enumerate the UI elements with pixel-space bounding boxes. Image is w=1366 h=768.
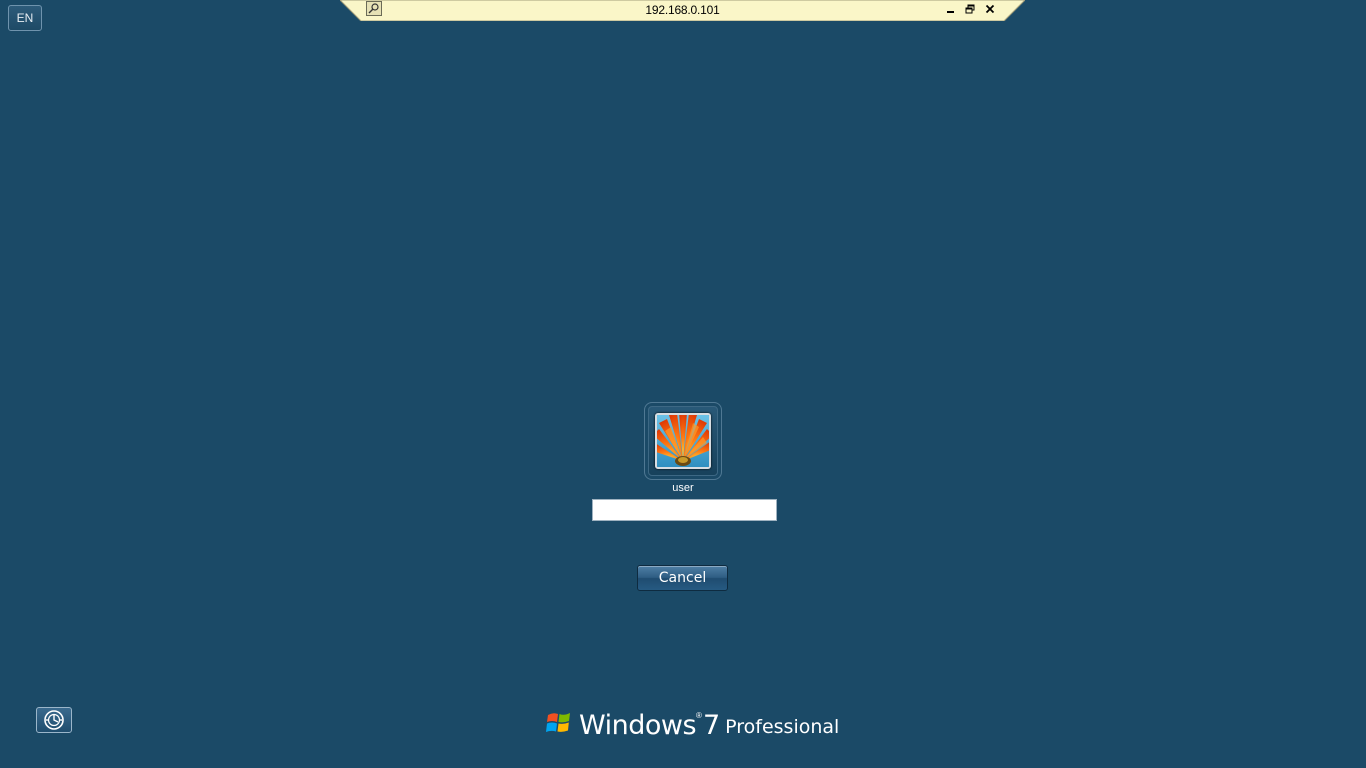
minimize-icon[interactable]: [943, 1, 959, 17]
cancel-button[interactable]: Cancel: [637, 565, 728, 591]
ease-of-access-button[interactable]: [36, 707, 72, 733]
brand-version: 7: [702, 710, 721, 741]
user-tile[interactable]: [644, 402, 722, 480]
close-icon[interactable]: [982, 1, 998, 17]
flower-avatar: [655, 413, 711, 469]
brand-edition: Professional: [725, 716, 840, 738]
windows-branding: Windows ® 7 Professional: [545, 703, 839, 743]
username-label: user: [672, 482, 694, 494]
language-button[interactable]: EN: [8, 5, 42, 31]
brand-trademark: ®: [696, 711, 702, 720]
login-screen: 192.168.0.101 EN user Cancel Windows ® 7…: [0, 0, 1366, 768]
restore-icon[interactable]: [962, 1, 978, 17]
ease-of-access-icon: [44, 710, 64, 730]
connection-title: 192.168.0.101: [645, 3, 720, 17]
cancel-label: Cancel: [658, 570, 707, 586]
brand-product: Windows: [579, 710, 697, 741]
remote-connection-bar: 192.168.0.101: [340, 0, 1025, 21]
windows-flag-icon: [546, 713, 570, 732]
language-label: EN: [16, 11, 34, 25]
password-field[interactable]: [592, 499, 777, 521]
